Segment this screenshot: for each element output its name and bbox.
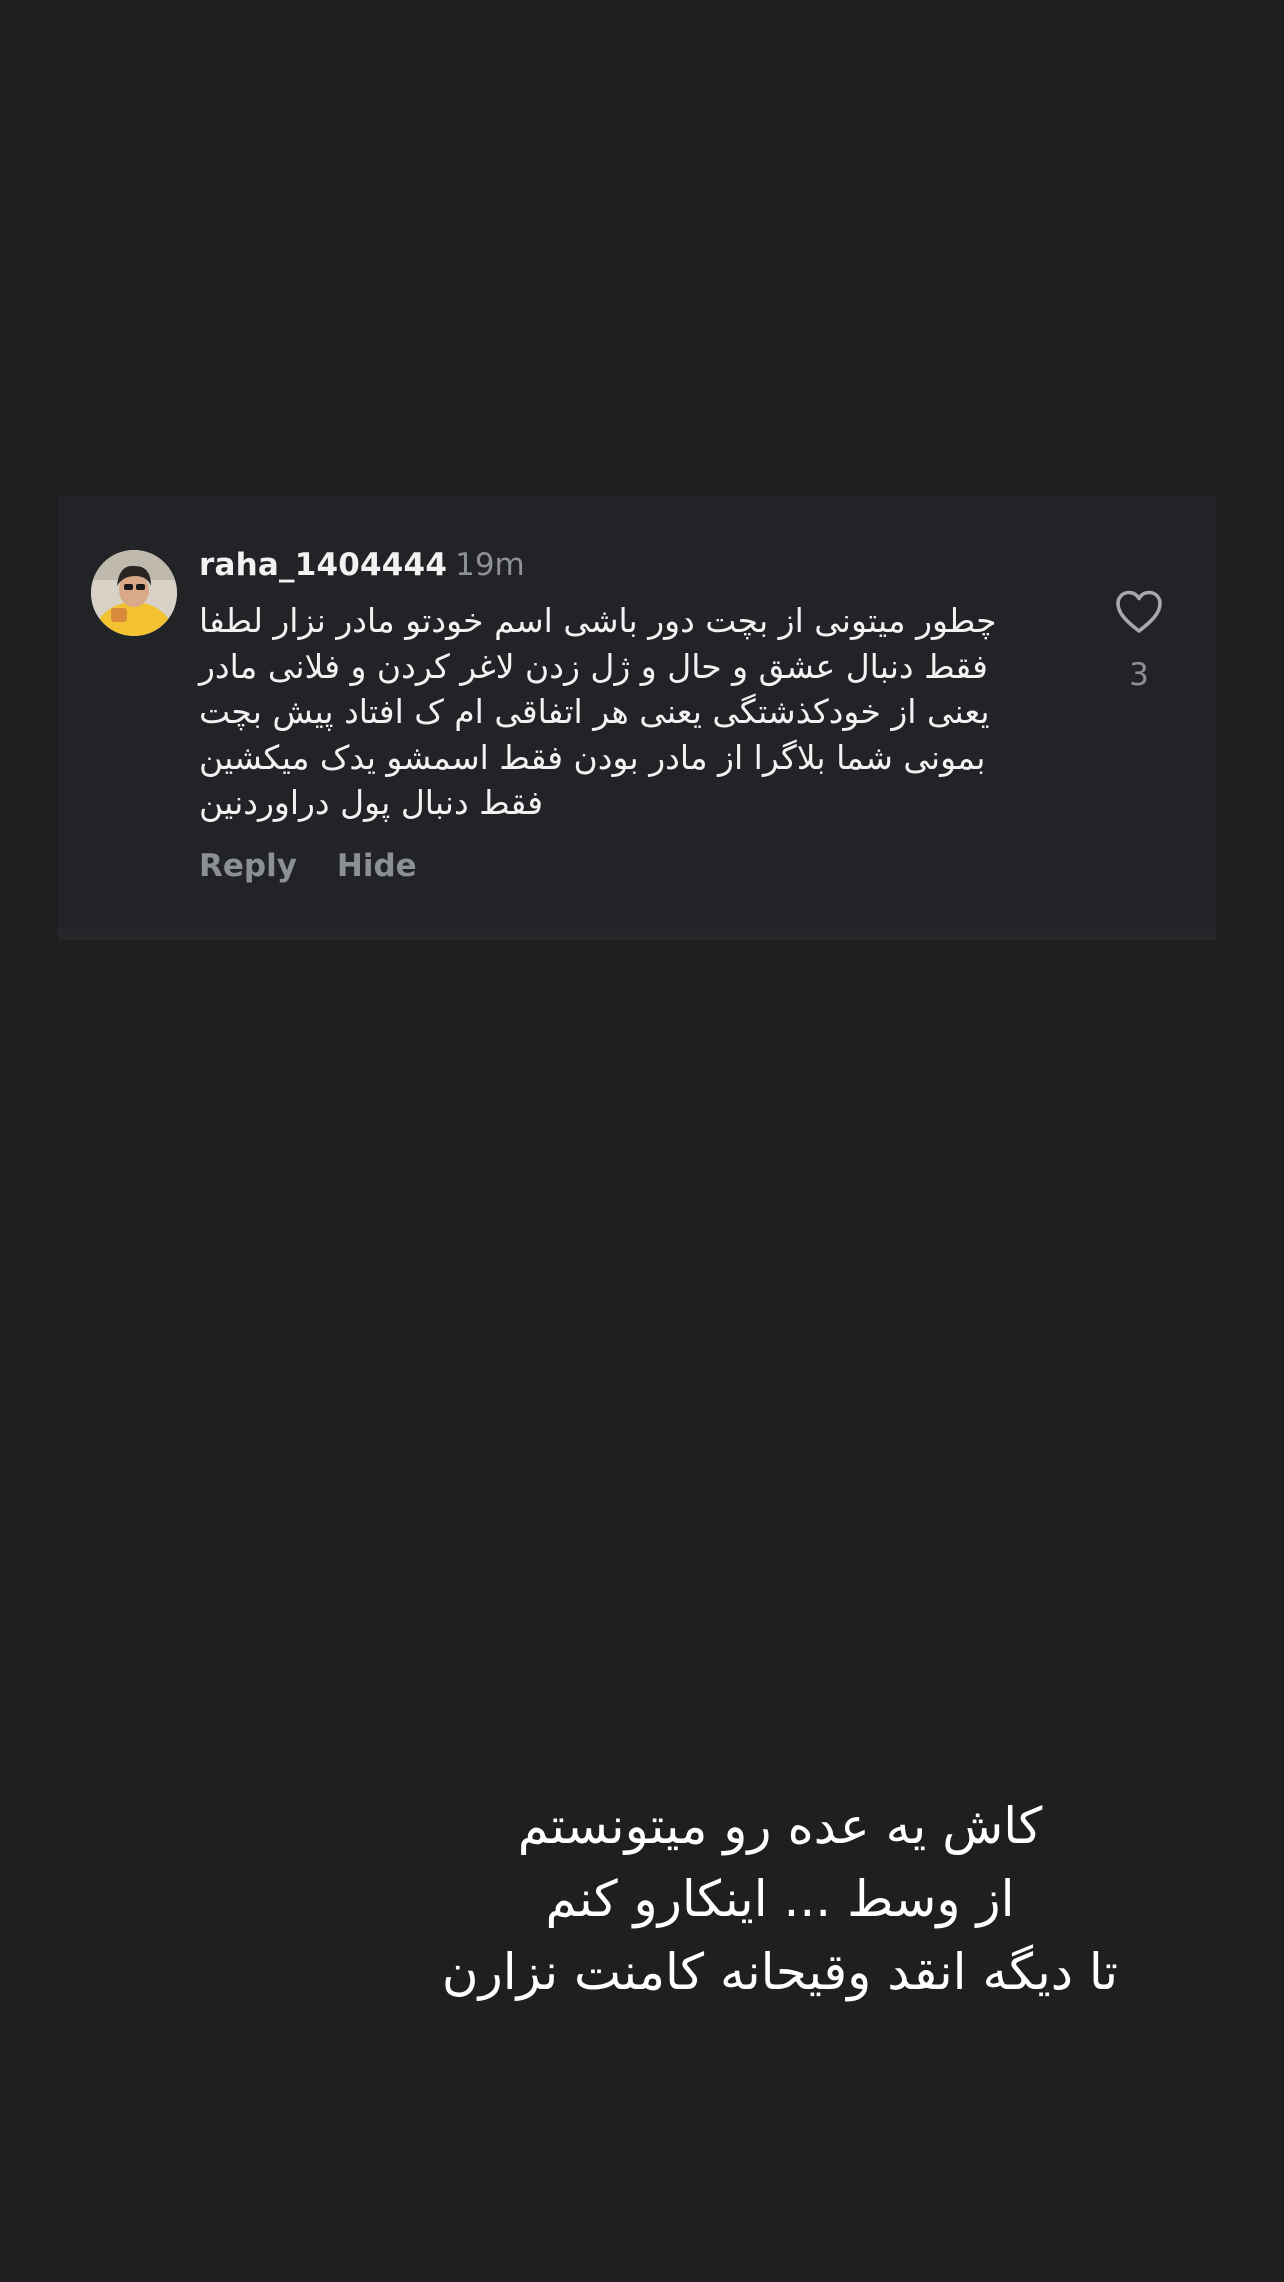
hide-button[interactable]: Hide [337, 848, 417, 884]
story-caption-line: تا دیگه انقد وقیحانه کامنت نزارن [441, 1943, 1119, 2001]
comment-text-line: یعنی از خودکذشتگی یعنی هر اتفاقی ام ک اف… [199, 692, 990, 731]
card-divider [58, 928, 1216, 940]
like-button[interactable] [1114, 589, 1164, 635]
avatar[interactable] [91, 550, 177, 636]
username[interactable]: raha_1404444 [199, 547, 447, 583]
comment-time: 19m [455, 547, 525, 583]
reply-button[interactable]: Reply [199, 848, 297, 884]
comment-text-line: فقط دنبال عشق و حال و ژل زدن لاغر کردن و… [199, 646, 988, 686]
comment-card: raha_1404444 19m چطور میتونی از بچت دور ب… [58, 497, 1216, 940]
comment-actions: Reply Hide [199, 848, 457, 884]
comment-text: چطور میتونی از بچت دور باشی اسم خودتو ما… [199, 598, 1059, 826]
story-caption-line: کاش یه عده رو میتونستم [517, 1797, 1043, 1855]
heart-outline-icon [1116, 590, 1162, 633]
story-caption: کاش یه عده رو میتونستم از وسط ... اینکار… [340, 1790, 1220, 2009]
avatar-image [91, 550, 177, 636]
comment-text-line: چطور میتونی از بچت دور باشی اسم خودتو ما… [199, 601, 997, 640]
comment-text-line: فقط دنبال پول دراوردنین [199, 783, 543, 822]
story-caption-line: از وسط ... اینکارو کنم [545, 1870, 1015, 1928]
comment-header: raha_1404444 19m [199, 547, 525, 587]
like-count: 3 [1129, 657, 1149, 693]
comment-text-line: بمونی شما بلاگرا از مادر بودن فقط اسمشو … [199, 737, 986, 777]
